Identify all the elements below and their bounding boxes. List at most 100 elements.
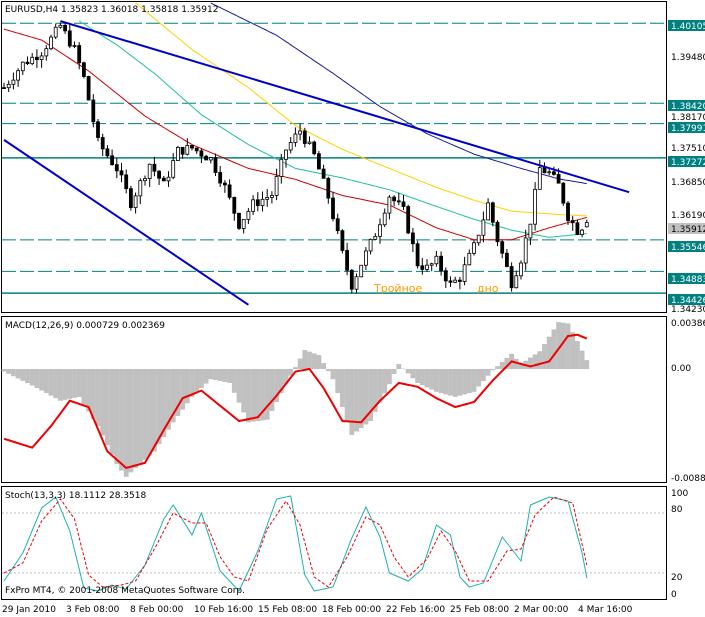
candle-body — [396, 200, 401, 203]
macd-histogram-bar — [203, 369, 209, 384]
candle-body — [547, 171, 552, 174]
macd-histogram-bar — [344, 369, 350, 422]
candle-body — [476, 234, 481, 244]
macd-histogram-bar — [114, 369, 120, 465]
macd-histogram-bar — [137, 369, 143, 464]
candle-body — [222, 182, 227, 186]
candle-body — [359, 264, 364, 278]
candle-body — [260, 198, 265, 207]
price-panel[interactable] — [1, 1, 667, 313]
candle-body — [302, 130, 307, 144]
candle-body — [443, 270, 448, 282]
watermark: FxPro MT4, © 2001-2008 MetaQuotes Softwa… — [5, 586, 245, 596]
macd-histogram-bar — [133, 369, 138, 468]
macd-histogram-bar — [81, 369, 87, 405]
candle-body — [514, 275, 519, 289]
macd-histogram-bar — [123, 369, 129, 477]
macd-histogram-bar — [293, 367, 298, 370]
macd-histogram-bar — [584, 360, 590, 370]
macd-histogram-bar — [551, 329, 557, 370]
price-tick: 1.38170 — [671, 113, 705, 123]
candle-body — [345, 250, 350, 271]
macd-histogram-bar — [542, 343, 547, 370]
macd-histogram-bar — [152, 369, 157, 452]
candle-body — [190, 145, 194, 149]
candle-body — [237, 212, 241, 229]
candle-body — [500, 241, 505, 254]
macd-histogram-bar — [208, 369, 214, 380]
candle-body — [392, 196, 397, 202]
time-label: 22 Feb 16:00 — [386, 605, 445, 615]
candle-body — [509, 266, 514, 289]
candle-body — [25, 61, 30, 65]
macd-histogram-bar — [396, 363, 402, 370]
price-tick: 1.36850 — [671, 178, 705, 188]
stoch-header: Stoch(13,3,3) 18.1112 28.3518 — [5, 491, 146, 501]
candle-body — [86, 76, 91, 101]
time-label: 2 Mar 00:00 — [514, 605, 569, 615]
candle-body — [368, 238, 373, 252]
macd-histogram-bar — [128, 369, 134, 473]
macd-histogram-bar — [11, 369, 16, 377]
candle-body — [274, 176, 279, 196]
candle-body — [519, 262, 523, 277]
macd-histogram-bar — [142, 369, 148, 460]
candle-body — [387, 196, 392, 214]
candle-body — [138, 180, 143, 197]
candle-body — [552, 171, 556, 175]
macd-histogram-bar — [424, 369, 430, 388]
candle-body — [185, 145, 190, 155]
macd-histogram-bar — [20, 369, 26, 381]
level-label: 1.40105 — [671, 22, 705, 32]
candle-body — [406, 206, 411, 234]
macd-histogram-bar — [6, 369, 12, 374]
macd-histogram-bar — [330, 369, 336, 380]
candle-body — [128, 188, 133, 209]
candle-body — [584, 222, 589, 228]
candle-body — [251, 199, 256, 212]
macd-histogram-bar — [58, 369, 63, 401]
macd-histogram-bar — [62, 369, 68, 400]
macd-histogram-bar — [222, 369, 228, 383]
candle-body — [194, 147, 199, 152]
candle-body — [566, 202, 570, 221]
metatrader-chart[interactable]: EURUSD,H4 1.35823 1.36018 1.35818 1.3591… — [0, 0, 705, 617]
macd-histogram-bar — [119, 369, 124, 471]
candle-body — [246, 210, 251, 220]
candle-body — [49, 36, 53, 50]
macd-histogram-bar — [434, 369, 439, 392]
macd-histogram-bar — [15, 369, 21, 379]
macd-histogram-bar — [438, 369, 444, 394]
macd-histogram-bar — [100, 369, 106, 436]
candle-body — [67, 30, 72, 47]
macd-histogram-bar — [48, 369, 54, 396]
candle-body — [321, 168, 326, 179]
stoch-panel[interactable] — [1, 486, 667, 600]
candle-body — [255, 199, 260, 207]
macd-histogram-bar — [241, 369, 247, 413]
candle-body — [410, 232, 415, 245]
macd-histogram-bar — [302, 349, 308, 370]
candle-body — [481, 219, 486, 236]
candle-body — [537, 167, 542, 190]
macd-histogram-bar — [340, 369, 345, 408]
candle-body — [580, 229, 584, 235]
candle-body — [30, 56, 35, 65]
macd-histogram-bar — [471, 369, 477, 392]
time-label: 4 Mar 16:00 — [578, 605, 633, 615]
macd-histogram-bar — [236, 369, 242, 403]
annotation-bottom: дно — [477, 282, 499, 295]
stoch-tick: 0 — [671, 590, 677, 600]
macd-histogram-bar — [377, 369, 383, 403]
macd-header: MACD(12,26,9) 0.000729 0.002369 — [5, 321, 165, 331]
candle-body — [63, 24, 67, 32]
macd-histogram-bar — [565, 323, 571, 370]
macd-histogram-bar — [448, 369, 453, 396]
macd-histogram-bar — [246, 369, 251, 423]
price-tick: 1.36190 — [671, 211, 705, 221]
macd-histogram-bar — [321, 363, 326, 370]
candle-body — [570, 220, 575, 224]
macd-histogram-bar — [95, 369, 101, 427]
macd-histogram-bar — [532, 354, 538, 370]
candle-body — [208, 157, 213, 161]
